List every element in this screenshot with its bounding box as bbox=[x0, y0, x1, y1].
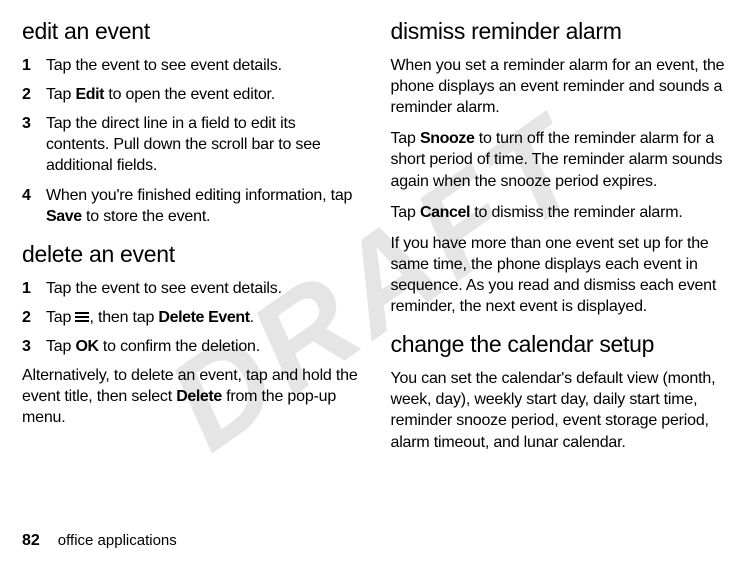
step-number: 2 bbox=[22, 307, 36, 328]
step-text: Tap Edit to open the event editor. bbox=[46, 84, 363, 105]
step-number: 1 bbox=[22, 55, 36, 76]
heading-delete-event: delete an event bbox=[22, 241, 363, 268]
step-text: Tap the direct line in a field to edit i… bbox=[46, 113, 363, 176]
footer-chapter-title: office applications bbox=[58, 532, 177, 549]
page-number: 82 bbox=[22, 532, 40, 550]
body-text: Tap Snooze to turn off the reminder alar… bbox=[391, 128, 732, 191]
step-text: Tap OK to confirm the deletion. bbox=[46, 336, 363, 357]
step-text: Tap , then tap Delete Event. bbox=[46, 307, 363, 328]
edit-event-steps: 1 Tap the event to see event details. 2 … bbox=[22, 55, 363, 227]
delete-event-steps: 1 Tap the event to see event details. 2 … bbox=[22, 278, 363, 357]
left-column: edit an event 1 Tap the event to see eve… bbox=[22, 18, 363, 463]
list-item: 3 Tap the direct line in a field to edit… bbox=[22, 113, 363, 176]
heading-edit-event: edit an event bbox=[22, 18, 363, 45]
list-item: 2 Tap Edit to open the event editor. bbox=[22, 84, 363, 105]
body-text: When you set a reminder alarm for an eve… bbox=[391, 55, 732, 118]
right-column: dismiss reminder alarm When you set a re… bbox=[391, 18, 732, 463]
body-text: If you have more than one event set up f… bbox=[391, 233, 732, 317]
heading-dismiss-reminder: dismiss reminder alarm bbox=[391, 18, 732, 45]
step-number: 3 bbox=[22, 113, 36, 176]
body-text: Tap Cancel to dismiss the reminder alarm… bbox=[391, 202, 732, 223]
page-footer: 82 office applications bbox=[22, 532, 177, 550]
delete-alternative-para: Alternatively, to delete an event, tap a… bbox=[22, 365, 363, 428]
menu-icon bbox=[75, 312, 89, 323]
body-text: You can set the calendar's default view … bbox=[391, 368, 732, 452]
list-item: 3 Tap OK to confirm the deletion. bbox=[22, 336, 363, 357]
content-columns: edit an event 1 Tap the event to see eve… bbox=[22, 18, 731, 463]
step-number: 2 bbox=[22, 84, 36, 105]
heading-change-calendar: change the calendar setup bbox=[391, 331, 732, 358]
step-number: 4 bbox=[22, 185, 36, 227]
step-text: Tap the event to see event details. bbox=[46, 278, 363, 299]
list-item: 4 When you're finished editing informati… bbox=[22, 185, 363, 227]
list-item: 1 Tap the event to see event details. bbox=[22, 55, 363, 76]
step-number: 3 bbox=[22, 336, 36, 357]
list-item: 1 Tap the event to see event details. bbox=[22, 278, 363, 299]
step-number: 1 bbox=[22, 278, 36, 299]
step-text: When you're finished editing information… bbox=[46, 185, 363, 227]
list-item: 2 Tap , then tap Delete Event. bbox=[22, 307, 363, 328]
step-text: Tap the event to see event details. bbox=[46, 55, 363, 76]
